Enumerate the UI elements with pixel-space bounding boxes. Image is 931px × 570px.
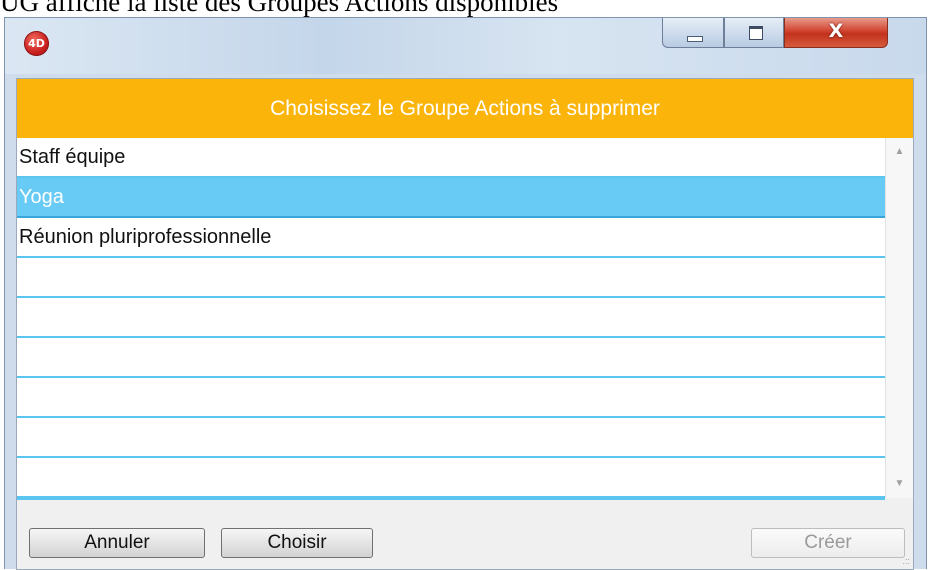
list-bottom-border bbox=[17, 498, 885, 500]
dialog-content: Choisissez le Groupe Actions à supprimer… bbox=[16, 78, 914, 570]
list-item-label: Staff équipe bbox=[19, 146, 126, 168]
dialog-window: 4D X Choisissez le Groupe Actions à supp… bbox=[4, 17, 927, 570]
list-item[interactable]: Staff équipe bbox=[17, 138, 885, 178]
groups-list[interactable]: Staff équipe Yoga Réunion pluriprofessio… bbox=[17, 138, 885, 498]
list-item-label: Yoga bbox=[19, 186, 64, 208]
close-button[interactable]: X bbox=[784, 18, 888, 48]
list-item[interactable]: Réunion pluriprofessionnelle bbox=[17, 218, 885, 258]
title-bar[interactable]: 4D X bbox=[5, 18, 926, 74]
resize-grip-icon[interactable]: .:: bbox=[902, 557, 910, 566]
list-item[interactable] bbox=[17, 298, 885, 338]
list-item[interactable] bbox=[17, 458, 885, 498]
scroll-down-icon[interactable]: ▼ bbox=[886, 470, 913, 498]
minimize-button[interactable] bbox=[662, 18, 724, 48]
list-item[interactable] bbox=[17, 378, 885, 418]
create-button[interactable]: Créer bbox=[751, 528, 905, 558]
minimize-icon bbox=[687, 36, 703, 42]
cancel-button[interactable]: Annuler bbox=[29, 528, 205, 558]
maximize-button[interactable] bbox=[724, 18, 784, 48]
list-item-selected[interactable]: Yoga bbox=[17, 178, 885, 218]
close-icon: X bbox=[828, 20, 844, 42]
4d-app-icon[interactable]: 4D bbox=[24, 31, 49, 56]
dialog-header: Choisissez le Groupe Actions à supprimer bbox=[17, 79, 913, 138]
maximize-icon bbox=[749, 26, 763, 40]
choose-button[interactable]: Choisir bbox=[221, 528, 373, 558]
list-item[interactable] bbox=[17, 258, 885, 298]
list-item[interactable] bbox=[17, 418, 885, 458]
list-item[interactable] bbox=[17, 338, 885, 378]
list-item-label: Réunion pluriprofessionnelle bbox=[19, 226, 272, 248]
scroll-up-icon[interactable]: ▲ bbox=[886, 138, 913, 166]
list-scrollbar[interactable]: ▲ ▼ bbox=[885, 138, 913, 498]
